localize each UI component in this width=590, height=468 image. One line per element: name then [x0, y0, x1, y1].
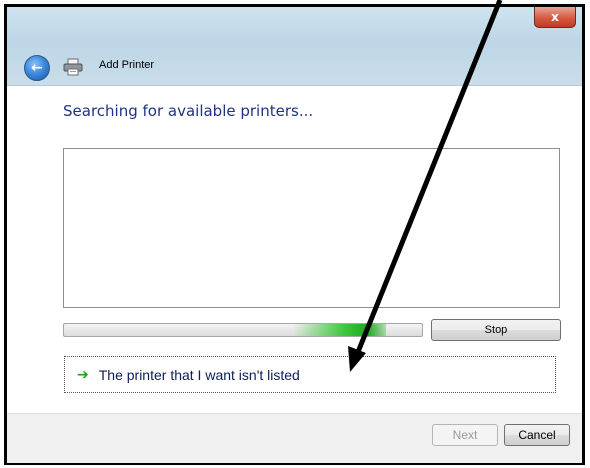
close-icon: x [551, 10, 559, 24]
next-button-label: Next [452, 428, 478, 442]
page-heading: Searching for available printers... [63, 102, 314, 120]
stop-button[interactable]: Stop [431, 319, 561, 341]
search-progress-bar [63, 323, 423, 337]
green-arrow-icon: ➔ [77, 366, 89, 383]
next-button[interactable]: Next [432, 424, 498, 446]
window-title: Add Printer [99, 59, 155, 71]
cancel-button-label: Cancel [518, 428, 556, 442]
wizard-content: Searching for available printers... Stop… [7, 85, 582, 413]
progress-fill [293, 324, 387, 336]
title-bar: x ← Add Printer [7, 7, 582, 85]
stop-button-label: Stop [484, 324, 508, 336]
printer-icon [63, 58, 83, 76]
printer-not-listed-link[interactable]: ➔ The printer that I want isn't listed [64, 356, 556, 393]
not-listed-label: The printer that I want isn't listed [98, 366, 300, 383]
back-button[interactable]: ← [24, 55, 50, 81]
back-arrow-icon: ← [31, 60, 43, 76]
close-button[interactable]: x [534, 7, 576, 28]
printer-results-list[interactable] [63, 148, 560, 308]
add-printer-window: x ← Add Printer Searching for available … [4, 4, 585, 465]
wizard-footer: Next Cancel [7, 413, 582, 463]
cancel-button[interactable]: Cancel [504, 424, 570, 446]
